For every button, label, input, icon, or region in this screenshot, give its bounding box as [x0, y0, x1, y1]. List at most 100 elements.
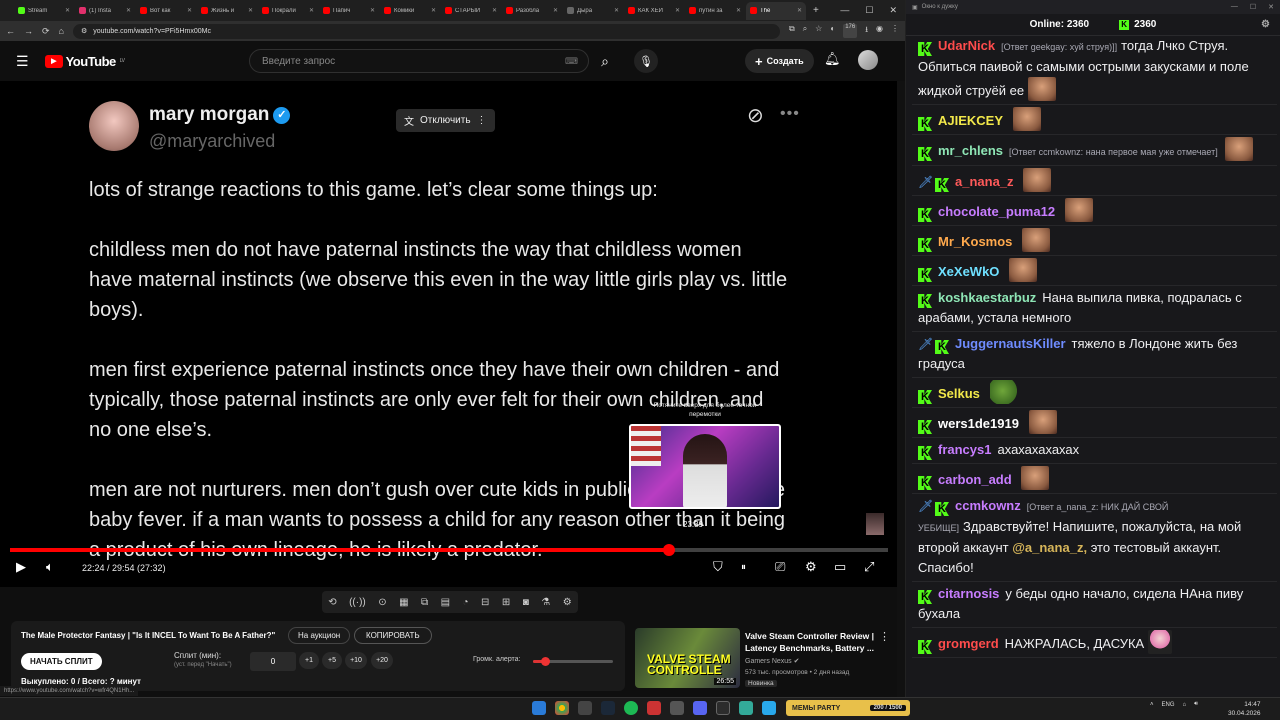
browser-tab[interactable]: Папич ✕	[319, 2, 379, 20]
search-input[interactable]: Введите запрос ⌨	[249, 49, 589, 73]
chat-username[interactable]: francys1	[938, 442, 991, 457]
loop-icon[interactable]: ⟲	[328, 597, 336, 608]
reply-reference[interactable]: [Ответ ccmkownz: нана первое мая уже отм…	[1009, 147, 1218, 157]
tab-close-icon[interactable]: ✕	[553, 7, 558, 14]
reply-reference[interactable]: [Ответ geekgay: хуй струя)]]	[1001, 42, 1117, 52]
app-icon[interactable]	[670, 701, 684, 715]
browser-tab[interactable]: Разобла ✕	[502, 2, 562, 20]
auction-button[interactable]: На аукцион	[288, 627, 351, 644]
create-button[interactable]: + Создать	[745, 49, 814, 73]
browser-tab[interactable]: Жизнь и ✕	[197, 2, 257, 20]
install-icon[interactable]: ⧉	[789, 24, 795, 38]
fullscreen-icon[interactable]: ⤢	[864, 559, 874, 575]
flask-icon[interactable]: ⚗	[541, 597, 550, 608]
more-vert-icon[interactable]: ⋮	[477, 115, 487, 126]
step-plus-5-button[interactable]: +5	[322, 652, 342, 669]
explorer-icon[interactable]	[578, 701, 592, 715]
page-scrollbar[interactable]	[897, 81, 905, 697]
browser-tab[interactable]: Вот как ✕	[136, 2, 196, 20]
browser-tab[interactable]: Комики ✕	[380, 2, 440, 20]
chat-username[interactable]: AJIEKCEY	[938, 113, 1003, 128]
progress-scrubber[interactable]	[662, 544, 675, 556]
avatar[interactable]	[858, 50, 878, 70]
obs-icon[interactable]	[716, 701, 730, 715]
chat-username[interactable]: XeXeWkO	[938, 264, 999, 279]
site-info-icon[interactable]: ⚙	[81, 27, 87, 35]
home-icon[interactable]: ⌂	[59, 26, 64, 36]
chevron-up-icon[interactable]: ˄	[1150, 702, 1154, 708]
chrome-icon[interactable]	[555, 701, 569, 715]
picture-in-picture-icon[interactable]: ⧉	[421, 597, 428, 608]
zoom-icon[interactable]: ⌕	[803, 24, 807, 38]
subtitles-icon[interactable]: ⎚	[775, 559, 785, 575]
tab-close-icon[interactable]: ✕	[309, 7, 314, 14]
recommended-video[interactable]: VALVE STEAM CONTROLLE 26:55 Valve Steam …	[635, 628, 900, 692]
browser-tab[interactable]: КАК ХЕЙ ✕	[624, 2, 684, 20]
notifications-bell-icon[interactable]: 🔔︎	[824, 51, 841, 67]
camera-icon[interactable]: ◙	[523, 597, 529, 608]
chat-username[interactable]: a_nana_z	[955, 174, 1014, 189]
steam-icon[interactable]	[601, 701, 615, 715]
chat-username[interactable]: chocolate_puma12	[938, 204, 1055, 219]
play-icon[interactable]: ▶	[16, 559, 26, 575]
theater-mode-icon[interactable]: ▭	[834, 559, 846, 575]
mems-party-widget[interactable]: МЕМЫ PARTY 200 / 1500	[786, 700, 910, 716]
autoplay-toggle[interactable]: ⏸	[741, 562, 746, 573]
browser-tab[interactable]: Покрали ✕	[258, 2, 318, 20]
speed-icon[interactable]: ◔	[463, 597, 469, 608]
extension-icon[interactable]: ◐	[830, 24, 835, 38]
maximize-icon[interactable]: ☐	[1250, 3, 1256, 11]
chat-username[interactable]: ccmkownz	[955, 498, 1021, 513]
profile-icon[interactable]: ◉	[876, 24, 883, 38]
chat-username[interactable]: Mr_Kosmos	[938, 234, 1012, 249]
recommended-thumbnail[interactable]: VALVE STEAM CONTROLLE 26:55	[635, 628, 740, 688]
chat-username[interactable]: gromgerd	[938, 636, 999, 651]
tab-close-icon[interactable]: ✕	[492, 7, 497, 14]
chat-username[interactable]: wers1de1919	[938, 416, 1019, 431]
discord-icon[interactable]	[693, 701, 707, 715]
hamburger-icon[interactable]: ☰	[16, 53, 29, 70]
split-minutes-input[interactable]: 0	[250, 652, 296, 671]
keyboard-icon[interactable]: ⌨	[565, 56, 578, 67]
url-field[interactable]: ⚙ youtube.com/watch?v=PFi5Hmx00Mc	[72, 23, 780, 39]
step-plus-20-button[interactable]: +20	[371, 652, 393, 669]
chat-username[interactable]: Selkus	[938, 386, 980, 401]
recommended-channel[interactable]: Gamers Nexus ✔	[745, 657, 800, 665]
forward-icon[interactable]: →	[24, 26, 33, 36]
browser-tab[interactable]: Stream ✕	[14, 2, 74, 20]
frames-icon[interactable]: ▤	[441, 597, 450, 608]
tab-close-icon[interactable]: ✕	[675, 7, 680, 14]
film-icon[interactable]: ▦	[399, 597, 408, 608]
audio-wave-icon[interactable]: ((·))	[349, 597, 366, 608]
settings-gear-icon[interactable]: ⚙	[805, 559, 817, 575]
chat-username[interactable]: citarnosis	[938, 586, 999, 601]
chat-username[interactable]: JuggernautsKiller	[955, 336, 1066, 351]
tab-close-icon[interactable]: ✕	[187, 7, 192, 14]
tab-close-icon[interactable]: ✕	[65, 7, 70, 14]
app-icon[interactable]	[739, 701, 753, 715]
step-plus-10-button[interactable]: +10	[345, 652, 367, 669]
channel-watermark[interactable]	[866, 513, 884, 535]
browser-tab[interactable]: путин за ✕	[685, 2, 745, 20]
tab-close-icon[interactable]: ✕	[248, 7, 253, 14]
video-player[interactable]: mary morgan ✓ @maryarchived lots of stran…	[0, 81, 905, 587]
step-plus-1-button[interactable]: +1	[299, 652, 319, 669]
volume-icon[interactable]: 🔈︎	[46, 559, 54, 575]
progress-bar[interactable]	[10, 544, 888, 556]
copy-button[interactable]: КОПИРОВАТЬ	[354, 627, 432, 644]
reload-icon[interactable]: ⟳	[42, 26, 50, 37]
browser-tab[interactable]: The ✕	[746, 1, 806, 20]
translation-toggle[interactable]: 文 Отключить ⋮	[396, 109, 495, 132]
close-icon[interactable]: ✕	[1268, 3, 1274, 11]
alert-volume-knob[interactable]	[541, 657, 550, 666]
spotify-icon[interactable]	[624, 701, 638, 715]
back-icon[interactable]: ←	[6, 26, 15, 36]
user-mention[interactable]: @a_nana_z,	[1012, 540, 1087, 555]
chat-settings-icon[interactable]: ⚙	[1261, 19, 1270, 30]
chat-username[interactable]: carbon_add	[938, 472, 1012, 487]
tab-close-icon[interactable]: ✕	[736, 7, 741, 14]
alert-volume-slider[interactable]	[533, 657, 613, 666]
start-split-button[interactable]: НАЧАТЬ СПЛИТ	[21, 653, 102, 670]
minimize-icon[interactable]: —	[1231, 3, 1238, 11]
screenshot-icon[interactable]: ⊙	[378, 597, 386, 608]
